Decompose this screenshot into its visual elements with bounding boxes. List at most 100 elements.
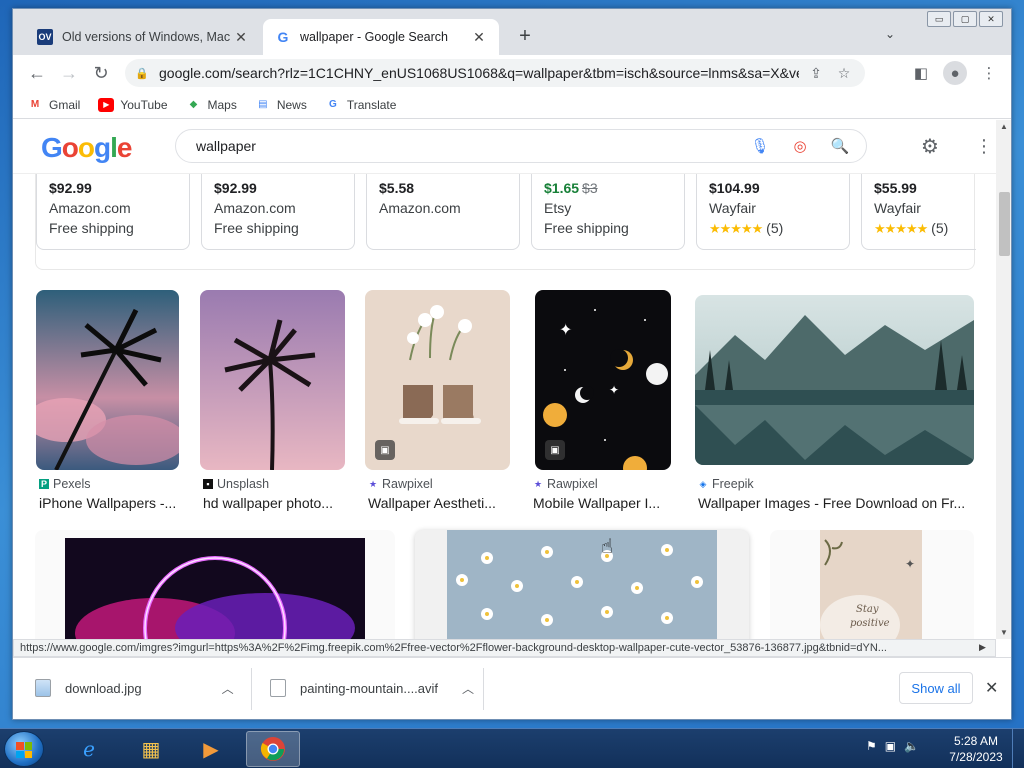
show-desktop-button[interactable] <box>1012 729 1024 768</box>
scroll-up-arrow-icon[interactable]: ▲ <box>1000 122 1008 131</box>
image-result-meta[interactable]: ★ Rawpixel Wallpaper Aestheti... <box>368 477 512 511</box>
tab-title: wallpaper - Google Search <box>300 30 448 44</box>
tab-search-chevron-icon[interactable]: ⌄ <box>885 27 895 41</box>
product-card[interactable]: $1.65 $3 Etsy Free shipping <box>531 174 685 250</box>
product-card[interactable]: $92.99 Amazon.com Free shipping <box>201 174 355 250</box>
maximize-button[interactable]: ▢ <box>953 11 977 27</box>
clock-time: 5:28 AM <box>953 734 999 748</box>
scroll-down-arrow-icon[interactable]: ▼ <box>1000 628 1008 637</box>
image-result-card[interactable]: ✦ Stay positive <box>770 530 974 639</box>
microphone-icon[interactable]: 🎙 <box>748 137 772 155</box>
image-result-thumbnail[interactable]: ▣ <box>365 290 510 470</box>
image-result-thumbnail[interactable] <box>200 290 345 470</box>
side-panel-icon[interactable]: ◧ <box>909 61 933 85</box>
tab-close-icon[interactable]: ✕ <box>471 29 487 46</box>
back-arrow-icon[interactable]: ← <box>21 59 53 87</box>
shopping-results: $92.99 Amazon.com Free shipping $92.99 A… <box>35 174 976 270</box>
bookmark-translate[interactable]: G Translate <box>325 98 396 112</box>
tab-close-icon[interactable]: ✕ <box>233 29 249 46</box>
menu-kebab-icon[interactable]: ⋮ <box>977 61 1001 85</box>
product-card[interactable]: $104.99 Wayfair ★★★★★ (5) <box>696 174 850 250</box>
bookmark-gmail[interactable]: M Gmail <box>27 98 81 112</box>
rating-stars: ★★★★★ <box>874 221 928 236</box>
reload-icon[interactable]: ↻ <box>85 59 117 87</box>
start-button[interactable] <box>4 731 44 767</box>
svg-text:positive: positive <box>850 618 890 629</box>
image-badge-icon: ▣ <box>545 440 565 460</box>
close-downloads-icon[interactable]: ✕ <box>985 678 998 698</box>
download-filename: download.jpg <box>65 680 142 696</box>
svg-text:✦: ✦ <box>905 557 915 571</box>
chrome-window: OV Old versions of Windows, Mac and ✕ G … <box>12 8 1012 720</box>
show-all-button[interactable]: Show all <box>899 672 973 704</box>
pexels-icon: P <box>39 479 49 489</box>
download-options-chevron-icon[interactable]: ︿ <box>462 680 474 697</box>
chrome-logo-icon <box>260 737 285 761</box>
product-card[interactable]: $5.58 Amazon.com <box>366 174 520 250</box>
minimize-button[interactable]: ▭ <box>927 11 951 27</box>
unsplash-icon: ▪ <box>203 479 213 489</box>
system-tray: ⚑ ▣ 🔈 <box>866 739 919 753</box>
image-file-icon <box>35 679 51 697</box>
share-icon[interactable]: ⇪ <box>805 65 827 82</box>
youtube-icon: ▶ <box>98 97 115 112</box>
network-icon[interactable]: ▣ <box>885 739 896 753</box>
image-result-meta[interactable]: ◈ Freepik Wallpaper Images - Free Downloa… <box>698 477 974 511</box>
tab-old-versions[interactable]: OV Old versions of Windows, Mac and ✕ <box>25 19 261 55</box>
oldversion-favicon-icon: OV <box>37 29 53 45</box>
image-result-thumbnail[interactable] <box>695 295 974 465</box>
internet-explorer-icon[interactable]: ℯ <box>62 731 116 767</box>
flag-icon[interactable]: ⚑ <box>866 739 877 753</box>
image-result-meta[interactable]: ★ Rawpixel Mobile Wallpaper I... <box>533 477 673 511</box>
image-badge-icon: ▣ <box>375 440 395 460</box>
bookmark-news[interactable]: ▤ News <box>255 98 307 112</box>
image-result-thumbnail[interactable]: ✦ ✦ ▣ <box>535 290 671 470</box>
chrome-taskbar-icon[interactable] <box>246 731 300 767</box>
download-item[interactable]: download.jpg ︿ <box>35 672 234 704</box>
media-player-icon[interactable]: ▶ <box>184 731 238 767</box>
mountain-lake-image <box>695 295 974 465</box>
product-card[interactable]: $92.99 Amazon.com Free shipping <box>36 174 190 250</box>
tab-title: Old versions of Windows, Mac and <box>62 30 233 44</box>
page-content: Google wallpaper 🎙 ◎ 🔍 ⚙ ⋮⋮⋮ $92.99 Amaz… <box>13 120 996 639</box>
profile-avatar-icon[interactable]: ● <box>943 61 967 85</box>
search-box[interactable]: wallpaper 🎙 ◎ 🔍 <box>175 129 867 163</box>
image-result-thumbnail[interactable] <box>36 290 179 470</box>
news-icon: ▤ <box>258 99 268 110</box>
image-result-card[interactable] <box>415 530 749 639</box>
svg-text:✦: ✦ <box>559 320 572 339</box>
download-item[interactable]: painting-mountain....avif ︿ <box>270 672 474 704</box>
address-url[interactable]: google.com/search?rlz=1C1CHNY_enUS1068US… <box>159 65 799 81</box>
windows-taskbar: ℯ ▦ ▶ ⚑ ▣ 🔈 5:28 AM 7/28/2023 <box>0 728 1024 768</box>
bookmark-star-icon[interactable]: ☆ <box>833 65 855 82</box>
tab-google-search[interactable]: G wallpaper - Google Search ✕ <box>263 19 499 55</box>
image-result-meta[interactable]: ▪ Unsplash hd wallpaper photo... <box>203 477 347 511</box>
bookmark-maps[interactable]: ◆ Maps <box>186 98 237 112</box>
search-icon[interactable]: 🔍 <box>828 137 852 155</box>
image-result-meta[interactable]: P Pexels iPhone Wallpapers -... <box>39 477 181 511</box>
address-bar[interactable]: 🔒 google.com/search?rlz=1C1CHNY_enUS1068… <box>125 59 865 87</box>
translate-icon: G <box>328 99 337 110</box>
windows-logo-icon <box>16 742 32 758</box>
toolbar-right: ◧ ● ⋮ <box>909 61 1001 85</box>
search-input[interactable]: wallpaper <box>196 138 732 154</box>
scrollbar-thumb[interactable] <box>999 192 1010 256</box>
image-result-card[interactable] <box>35 530 395 639</box>
apps-grid-icon[interactable]: ⋮⋮⋮ <box>975 136 996 157</box>
download-options-chevron-icon[interactable]: ︿ <box>222 680 234 697</box>
volume-muted-icon[interactable]: 🔈 <box>904 739 919 753</box>
new-tab-button[interactable]: + <box>513 25 537 48</box>
forward-arrow-icon[interactable]: → <box>53 59 85 87</box>
file-explorer-icon[interactable]: ▦ <box>124 731 178 767</box>
taskbar-clock[interactable]: 5:28 AM 7/28/2023 <box>946 733 1006 765</box>
bookmark-youtube[interactable]: ▶ YouTube <box>98 97 168 112</box>
hand-cursor-icon: ☝ <box>601 536 614 558</box>
close-button[interactable]: ✕ <box>979 11 1003 27</box>
product-card[interactable]: $55.99 Wayfair ★★★★★ (5) <box>861 174 976 250</box>
google-logo[interactable]: Google <box>41 132 132 164</box>
settings-gear-icon[interactable]: ⚙ <box>921 134 939 159</box>
palm-silhouette-image <box>200 290 345 470</box>
lens-camera-icon[interactable]: ◎ <box>788 137 812 155</box>
status-scroll-arrow-icon: ▶ <box>979 642 986 652</box>
page-scrollbar[interactable]: ▲ ▼ <box>996 120 1011 639</box>
